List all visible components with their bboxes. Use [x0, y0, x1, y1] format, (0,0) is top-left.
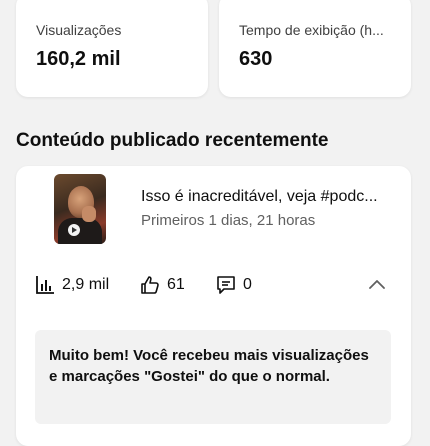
- performance-notice: Muito bem! Você recebeu mais visualizaçõ…: [35, 330, 391, 424]
- video-subtitle: Primeiros 1 dias, 21 horas: [141, 212, 316, 229]
- comments-metric: 0: [215, 274, 252, 296]
- notice-message: Muito bem! Você recebeu mais visualizaçõ…: [49, 347, 369, 385]
- thumbs-up-icon: [141, 276, 159, 294]
- views-stat-card[interactable]: Visualizações 160,2 mil: [16, 0, 208, 97]
- comments-count: 0: [243, 276, 252, 293]
- views-label: Visualizações: [36, 22, 122, 38]
- likes-count: 61: [167, 276, 185, 293]
- thumbnail-figure: [58, 218, 102, 244]
- chevron-up-icon[interactable]: [366, 274, 388, 296]
- views-count: 2,9 mil: [62, 276, 110, 293]
- video-thumbnail[interactable]: [54, 174, 106, 244]
- watch-time-value: 630: [239, 48, 273, 70]
- views-metric: 2,9 mil: [34, 274, 109, 296]
- watch-time-stat-card[interactable]: Tempo de exibição (h... 630: [219, 0, 411, 97]
- comment-icon: [217, 276, 235, 294]
- video-title[interactable]: Isso é inacreditável, veja #podc...: [141, 188, 391, 206]
- bar-chart-icon: [36, 276, 54, 294]
- section-title: Conteúdo publicado recentemente: [16, 130, 329, 151]
- thumbnail-hand: [82, 206, 96, 222]
- play-icon: [68, 224, 80, 236]
- recent-content-card: Isso é inacreditável, veja #podc... Prim…: [16, 166, 411, 446]
- views-value: 160,2 mil: [36, 48, 121, 70]
- watch-time-label: Tempo de exibição (h...: [239, 22, 384, 38]
- likes-metric: 61: [139, 274, 185, 296]
